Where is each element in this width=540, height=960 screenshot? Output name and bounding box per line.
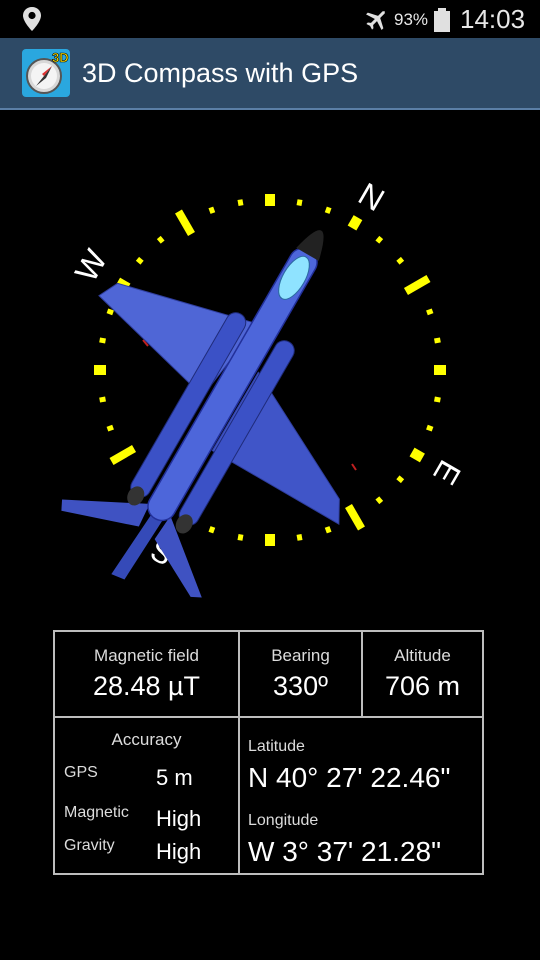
compass-tick <box>208 526 216 534</box>
app-title: 3D Compass with GPS <box>82 58 359 88</box>
needle-mark-east <box>351 463 357 471</box>
airplane-mode-icon <box>366 11 385 30</box>
magnetic-field-label: Magnetic field <box>94 646 199 665</box>
gravity-accuracy-value: High <box>156 839 202 864</box>
app-icon-badge: 3D <box>52 50 69 65</box>
compass-tick <box>296 199 303 206</box>
bearing-cell: Bearing 330º <box>240 632 361 716</box>
gravity-accuracy-label: Gravity <box>64 837 115 854</box>
altitude-cell: Altitude 706 m <box>363 632 482 716</box>
altitude-label: Altitude <box>394 646 451 665</box>
compass-tick <box>375 496 384 505</box>
jet-model <box>61 230 340 598</box>
compass-tick <box>375 235 384 244</box>
compass-tick <box>156 235 165 244</box>
accuracy-cell: Accuracy GPS 5 m Magnetic High Gravity H… <box>55 718 238 873</box>
compass-tick <box>409 447 425 463</box>
cardinal-e: E <box>426 454 468 490</box>
compass-tick <box>434 365 446 375</box>
magnetic-field-value: 28.48 µT <box>92 671 201 701</box>
compass-tick <box>426 308 434 316</box>
status-bar: 93% 14:03 <box>0 0 540 38</box>
latitude-value: N 40° 27' 22.46" <box>248 762 451 793</box>
compass-tick <box>324 526 332 534</box>
bearing-label: Bearing <box>271 646 330 665</box>
compass-tick <box>324 206 332 214</box>
altitude-value: 706 m <box>384 671 461 701</box>
cardinal-n: N <box>352 176 390 219</box>
compass-tick <box>347 215 363 231</box>
info-table: Magnetic field 28.48 µT Bearing 330º Alt… <box>53 630 484 875</box>
compass-tick <box>396 475 405 484</box>
compass-tick <box>426 424 434 432</box>
compass-tick <box>208 206 216 214</box>
compass-tick <box>403 275 431 295</box>
compass-tick <box>135 256 144 265</box>
battery-percent: 93% <box>394 10 429 29</box>
compass-tick <box>99 337 106 344</box>
app-action-bar: 3D 3D Compass with GPS <box>0 38 540 110</box>
accuracy-title: Accuracy <box>111 730 182 749</box>
bearing-value: 330º <box>273 671 328 701</box>
clock: 14:03 <box>460 4 526 34</box>
location-icon <box>23 7 41 31</box>
magnetic-accuracy-value: High <box>156 806 202 831</box>
compass-tick <box>94 365 106 375</box>
compass-tick <box>237 534 244 541</box>
compass-tick <box>175 209 195 237</box>
coordinates-cell: Latitude N 40° 27' 22.46" Longitude W 3°… <box>240 718 482 873</box>
compass-dial[interactable]: N E S W <box>0 110 540 620</box>
compass-tick <box>106 424 114 432</box>
compass-tick <box>396 256 405 265</box>
compass-tick <box>237 199 244 206</box>
compass-tick <box>345 503 365 531</box>
compass-tick <box>434 396 441 403</box>
compass-tick <box>265 194 275 206</box>
compass-tick <box>265 534 275 546</box>
compass-tick <box>296 534 303 541</box>
app-compass-icon[interactable]: 3D <box>22 49 70 97</box>
compass-tick <box>109 445 137 465</box>
cardinal-w: W <box>68 243 115 288</box>
longitude-value: W 3° 37' 21.28" <box>248 836 442 867</box>
longitude-label: Longitude <box>248 812 319 829</box>
magnetic-accuracy-label: Magnetic <box>64 804 129 821</box>
magnetic-field-cell: Magnetic field 28.48 µT <box>55 632 238 716</box>
compass-tick <box>434 337 441 344</box>
compass-tick <box>99 396 106 403</box>
latitude-label: Latitude <box>248 738 305 755</box>
battery-icon <box>434 8 450 32</box>
gps-accuracy-label: GPS <box>64 764 98 781</box>
gps-accuracy-value: 5 m <box>156 765 193 790</box>
